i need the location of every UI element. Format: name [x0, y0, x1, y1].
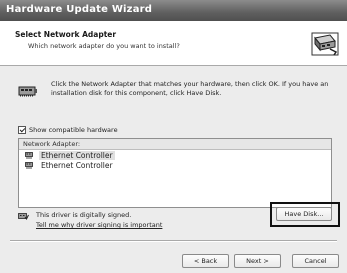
list-item-label: Ethernet Controller — [41, 160, 113, 170]
window-title: Hardware Update Wizard — [6, 4, 153, 15]
network-adapter-icon — [25, 162, 33, 169]
back-button[interactable]: < Back — [182, 254, 229, 268]
network-adapter-icon — [25, 152, 33, 159]
show-compatible-label: Show compatible hardware — [29, 126, 118, 134]
wizard-header: Select Network Adapter Which network ada… — [0, 21, 347, 66]
network-adapter-icon — [18, 86, 37, 97]
have-disk-button[interactable]: Have Disk... — [276, 207, 332, 221]
show-compatible-checkbox[interactable] — [18, 126, 26, 134]
instructions-text: Click the Network Adapter that matches y… — [51, 80, 329, 97]
page-subtitle: Which network adapter do you want to ins… — [28, 42, 180, 50]
wizard-content: Click the Network Adapter that matches y… — [0, 66, 347, 273]
cancel-button[interactable]: Cancel — [292, 254, 339, 268]
divider — [10, 240, 337, 242]
list-item[interactable]: Ethernet Controller — [19, 150, 331, 160]
title-bar: Hardware Update Wizard — [0, 0, 347, 21]
network-adapter-list[interactable]: Network Adapter: Ethernet Controller Eth… — [18, 138, 332, 208]
next-button[interactable]: Next > — [234, 254, 281, 268]
list-item[interactable]: Ethernet Controller — [19, 160, 331, 170]
driver-signing-link[interactable]: Tell me why driver signing is important — [36, 221, 162, 229]
network-card-wizard-icon — [311, 32, 339, 56]
page-title: Select Network Adapter — [15, 30, 117, 39]
show-compatible-hardware[interactable]: Show compatible hardware — [18, 125, 118, 135]
driver-signed-text: This driver is digitally signed. — [36, 211, 132, 219]
list-header: Network Adapter: — [19, 139, 331, 150]
signed-driver-icon — [18, 213, 29, 220]
list-item-label: Ethernet Controller — [39, 150, 115, 160]
